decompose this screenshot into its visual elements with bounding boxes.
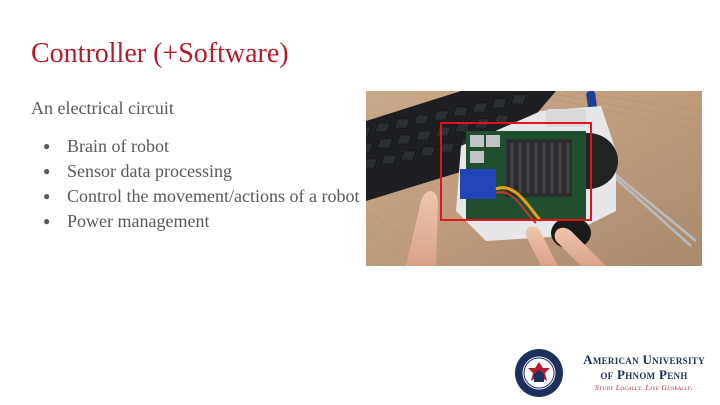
bullet-item: ● Brain of robot: [31, 134, 361, 159]
bullet-text: Power management: [67, 211, 210, 231]
bullet-text: Sensor data processing: [67, 161, 232, 181]
bullet-item: ● Power management: [31, 209, 361, 234]
logo-tagline: Study Locally. Live Globally.: [594, 383, 694, 392]
bullet-item: ● Control the movement/actions of a robot: [31, 184, 361, 209]
bullet-list: ● Brain of robot ● Sensor data processing …: [31, 134, 361, 234]
bullet-text: Control the movement/actions of a robot: [67, 186, 360, 206]
logo-name-line2: of Phnom Penh: [600, 367, 688, 382]
robot-controller-photo: [366, 91, 702, 266]
university-seal-icon: [515, 349, 563, 397]
logo-wordmark: American University of Phnom Penh Study …: [569, 352, 719, 392]
logo-name-line1: American University: [583, 352, 705, 367]
slide-title: Controller (+Software): [31, 38, 289, 69]
bullet-dot-icon: ●: [43, 189, 51, 203]
bullet-text: Brain of robot: [67, 136, 169, 156]
bullet-dot-icon: ●: [43, 214, 51, 228]
university-logo: American University of Phnom Penh Study …: [514, 348, 718, 400]
controller-board: [460, 131, 586, 224]
bullet-dot-icon: ●: [43, 139, 51, 153]
bullet-item: ● Sensor data processing: [31, 159, 361, 184]
slide-subtitle: An electrical circuit: [31, 98, 174, 118]
bullet-dot-icon: ●: [43, 164, 51, 178]
slide: Controller (+Software) An electrical cir…: [0, 0, 720, 405]
